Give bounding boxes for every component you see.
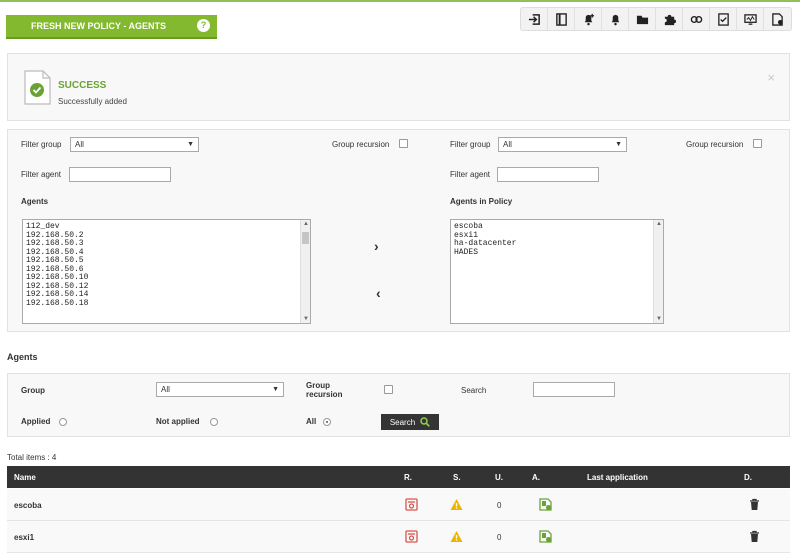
puzzle-icon[interactable] [656,8,683,30]
column-u: U. [495,473,503,482]
right-filter-group-select[interactable]: All ▼ [498,137,627,152]
chevron-down-icon: ▼ [187,141,194,148]
left-group-recursion-checkbox[interactable] [399,139,408,148]
left-filter-group-select[interactable]: All ▼ [70,137,199,152]
left-group-recursion-label: Group recursion [332,140,390,149]
success-document-icon [24,70,51,105]
policy-toolbar [520,7,792,31]
checklist-icon[interactable] [710,8,737,30]
left-filter-group-value: All [75,140,84,149]
list-item[interactable]: ha-datacenter [454,239,660,249]
notice-message: Successfully added [58,97,127,106]
agents-list: 112_dev 192.168.50.2 192.168.50.3 192.168.5… [23,220,310,311]
table-header: Name R. S. U. A. Last application D. [7,466,790,488]
left-filter-group-label: Filter group [21,140,62,149]
column-last-application: Last application [587,473,648,482]
unknown-count: 0 [497,501,502,510]
right-group-recursion-label: Group recursion [686,140,744,149]
alert-bell-add-icon[interactable] [575,8,602,30]
right-group-recursion-checkbox[interactable] [753,139,762,148]
right-filter-agent-input[interactable] [497,167,599,182]
scroll-up-icon[interactable]: ▲ [654,221,663,227]
search-input[interactable] [533,382,615,397]
monitor-icon[interactable] [737,8,764,30]
list-item[interactable]: 192.168.50.18 [26,299,307,309]
search-group-recursion-checkbox[interactable] [384,385,393,394]
folder-icon[interactable] [629,8,656,30]
group-label: Group [21,386,45,395]
warning-icon [450,499,463,510]
agents-section-title: Agents [7,352,38,362]
page-title-tab: FRESH NEW POLICY - AGENTS [6,15,217,38]
search-icon [420,417,431,427]
agents-in-policy-title: Agents in Policy [450,197,513,206]
group-select-value: All [161,385,170,394]
remove-from-policy-arrow-icon[interactable]: ‹ [376,285,381,301]
right-filter-group-value: All [503,140,512,149]
scroll-down-icon[interactable]: ▼ [654,316,663,322]
column-a: A. [532,473,540,482]
title-underline [6,37,217,39]
trash-icon[interactable] [748,498,761,511]
close-icon[interactable]: × [767,70,775,85]
total-items: Total items : 4 [7,453,57,462]
search-button[interactable]: Search [381,414,439,430]
help-icon[interactable]: ? [197,19,210,32]
column-r: R. [404,473,412,482]
login-icon[interactable] [521,8,548,30]
remove-agent-icon[interactable] [405,498,418,511]
bell-icon[interactable] [602,8,629,30]
apply-policy-icon[interactable] [539,498,552,511]
not-applied-label: Not applied [156,417,200,426]
policy-list-scrollbar[interactable]: ▲ ▼ [653,220,663,323]
page-title: FRESH NEW POLICY - AGENTS [31,21,167,31]
top-accent-line [0,0,800,2]
agents-list-scrollbar[interactable]: ▲ ▼ [300,220,310,323]
column-name[interactable]: Name [14,473,36,482]
search-button-label: Search [389,417,416,427]
add-to-policy-arrow-icon[interactable]: › [374,238,379,254]
right-filter-group-label: Filter group [450,140,491,149]
all-radio[interactable] [323,418,331,426]
agent-name[interactable]: escoba [14,501,42,510]
book-icon[interactable] [548,8,575,30]
scroll-up-icon[interactable]: ▲ [301,221,310,227]
apply-policy-icon[interactable] [539,530,552,543]
search-group-recursion-label: Group recursion [306,381,343,399]
agents-in-policy-listbox[interactable]: escoba esxi1 ha-datacenter HADES ▲ ▼ [450,219,664,324]
success-notice: SUCCESS Successfully added × [7,53,790,121]
warning-icon [450,531,463,542]
chevron-down-icon: ▼ [615,141,622,148]
agents-list-title: Agents [21,197,49,206]
left-filter-agent-label: Filter agent [21,170,62,179]
left-filter-agent-input[interactable] [69,167,171,182]
agents-in-policy-list: escoba esxi1 ha-datacenter HADES [451,220,663,260]
search-label: Search [461,386,487,395]
agent-name[interactable]: esxi1 [14,533,34,542]
applied-radio[interactable] [59,418,67,426]
group-select[interactable]: All ▼ [156,382,284,397]
notice-title: SUCCESS [58,80,107,91]
list-item[interactable]: HADES [454,248,660,258]
scroll-down-icon[interactable]: ▼ [301,316,310,322]
column-s: S. [453,473,461,482]
chevron-down-icon: ▼ [272,386,279,393]
all-label: All [306,417,317,426]
link-icon[interactable] [683,8,710,30]
right-filter-agent-label: Filter agent [450,170,491,179]
trash-icon[interactable] [748,530,761,543]
agents-listbox[interactable]: 112_dev 192.168.50.2 192.168.50.3 192.168.5… [22,219,311,324]
unknown-count: 0 [497,533,502,542]
table-row: escoba 0 [7,489,790,521]
list-item[interactable]: escoba [454,222,660,232]
remove-agent-icon[interactable] [405,530,418,543]
column-d: D. [744,473,752,482]
not-applied-radio[interactable] [210,418,218,426]
scroll-thumb[interactable] [302,232,309,244]
table-row: esxi1 0 [7,521,790,553]
applied-label: Applied [21,417,51,426]
policy-file-icon[interactable] [764,8,791,30]
